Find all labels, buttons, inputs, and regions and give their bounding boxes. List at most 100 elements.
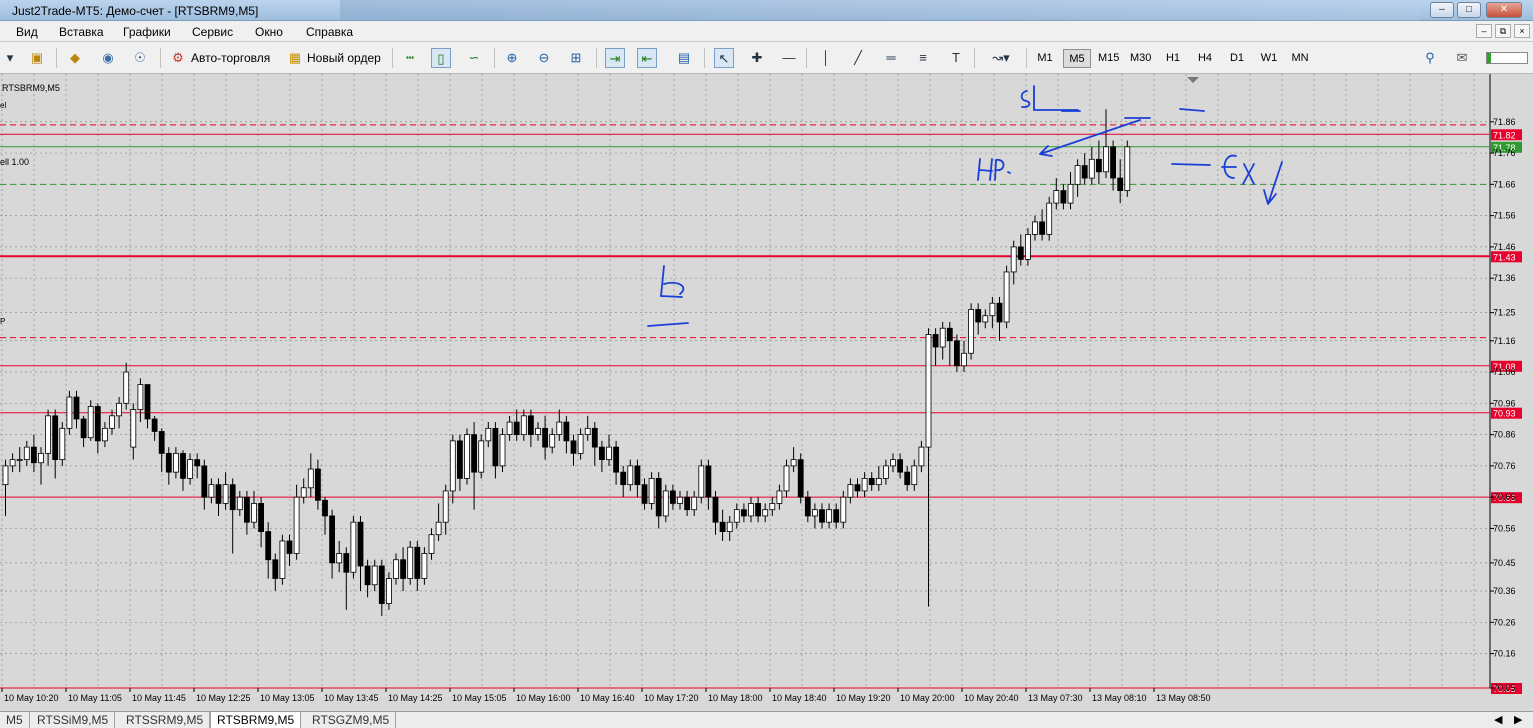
candle-body xyxy=(130,409,137,448)
candle-body xyxy=(883,465,889,479)
trendline-icon[interactable]: ╱ xyxy=(848,48,868,68)
new-order-button[interactable]: Новый ордер xyxy=(307,47,381,69)
close-button[interactable]: ✕ xyxy=(1486,2,1522,18)
title-bar: Just2Trade-MT5: Демо-счет - [RTSBRM9,M5]… xyxy=(0,0,1533,21)
zoom-in-icon[interactable]: ⊕ xyxy=(502,48,522,68)
x-tick-label: 10 May 18:00 xyxy=(708,693,763,703)
y-tick-label: 71.46 xyxy=(1493,242,1516,252)
navigator-icon[interactable]: ◉ xyxy=(98,48,118,68)
candle-body xyxy=(73,396,80,420)
mdi-close-button[interactable]: × xyxy=(1514,24,1530,38)
tab-rtsbrm9[interactable]: RTSBRM9,M5 xyxy=(210,712,302,728)
tab-rtssim9[interactable]: RTSSiM9,M5 xyxy=(31,712,116,728)
candle-body xyxy=(2,465,9,486)
cursor-icon[interactable]: ↖ xyxy=(714,48,734,68)
candle-body xyxy=(350,521,357,573)
autotrade-icon[interactable]: ⚙ xyxy=(168,48,188,68)
candlestick-chart-icon[interactable]: ▯ xyxy=(431,48,451,68)
candle-body xyxy=(691,496,698,511)
candle-body xyxy=(165,452,172,473)
candle-body xyxy=(982,315,989,323)
candle-body xyxy=(989,302,996,317)
candlestick-chart[interactable]: 71.8271.7871.4371.0870.9370.6670.05 71.8… xyxy=(0,74,1533,711)
tab-m5[interactable]: M5 xyxy=(0,712,30,728)
chart-shift-icon[interactable]: ⇤ xyxy=(637,48,657,68)
new-order-icon[interactable]: ▦ xyxy=(285,48,305,68)
tabs-scroll-right-icon[interactable]: ▶ xyxy=(1514,713,1522,726)
fibonacci-icon[interactable]: ≡ xyxy=(913,48,933,68)
candle-body xyxy=(265,531,272,561)
candle-body xyxy=(854,484,861,492)
text-icon[interactable]: T xyxy=(946,48,966,68)
candle-body xyxy=(783,465,790,492)
market-watch-icon[interactable]: ◆ xyxy=(65,48,85,68)
candle-body xyxy=(670,490,676,504)
new-chart-dropdown-icon[interactable]: ▾ xyxy=(0,48,20,68)
templates-icon[interactable]: ▤ xyxy=(674,48,694,68)
window-title: Just2Trade-MT5: Демо-счет - [RTSBRM9,M5] xyxy=(12,4,259,18)
chat-icon[interactable]: ✉ xyxy=(1452,48,1472,68)
candle-body xyxy=(30,446,37,464)
chart-area[interactable]: 71.82 71.78 71.43 71.08 70.93 70.66 70.05 71.8… xyxy=(0,74,1533,711)
tab-rtssrm9[interactable]: RTSSRM9,M5 xyxy=(120,712,211,728)
menu-view[interactable]: Вид xyxy=(16,25,38,39)
y-tick-label: 70.26 xyxy=(1493,617,1516,627)
zoom-out-icon[interactable]: ⊖ xyxy=(534,48,554,68)
maximize-button[interactable]: □ xyxy=(1457,2,1481,18)
mdi-restore-button[interactable]: ⧉ xyxy=(1495,24,1511,38)
timeframe-w1[interactable]: W1 xyxy=(1257,49,1281,68)
tab-rtsgzm9[interactable]: RTSGZM9,M5 xyxy=(306,712,397,728)
timeframe-m30[interactable]: M30 xyxy=(1127,49,1153,68)
candle-body xyxy=(797,459,804,498)
autotrade-button[interactable]: Авто-торговля xyxy=(191,47,270,69)
horizontal-line-icon[interactable]: — xyxy=(779,48,799,68)
timeframe-m1[interactable]: M1 xyxy=(1034,49,1056,68)
candle-body xyxy=(1010,246,1017,273)
timeframe-mn[interactable]: MN xyxy=(1287,49,1313,68)
timeframe-m15[interactable]: M15 xyxy=(1095,49,1121,68)
candle-body xyxy=(755,503,761,517)
candle-body xyxy=(94,406,101,442)
candle-body xyxy=(1081,165,1088,179)
line-chart-icon[interactable]: ∽ xyxy=(464,48,484,68)
candle-body xyxy=(251,503,257,523)
mdi-minimize-button[interactable]: – xyxy=(1476,24,1492,38)
search-icon[interactable]: ⚲ xyxy=(1420,48,1440,68)
candle-body xyxy=(790,459,797,467)
profiles-icon[interactable]: ▣ xyxy=(27,48,47,68)
bar-chart-icon[interactable]: ┅ xyxy=(400,48,420,68)
timeframe-d1[interactable]: D1 xyxy=(1225,49,1249,68)
timeframe-h1[interactable]: H1 xyxy=(1161,49,1185,68)
vertical-line-icon[interactable]: │ xyxy=(816,48,836,68)
menu-help[interactable]: Справка xyxy=(306,25,353,39)
candle-body xyxy=(385,578,392,604)
candle-body xyxy=(584,427,591,436)
menu-charts[interactable]: Графики xyxy=(123,25,171,39)
candle-body xyxy=(946,327,953,342)
signals-icon[interactable]: ☉ xyxy=(130,48,150,68)
timeframe-m5[interactable]: M5 xyxy=(1063,49,1091,68)
x-tick-label: 13 May 07:30 xyxy=(1028,693,1083,703)
connection-status-bar xyxy=(1486,52,1528,64)
tabs-scroll-left-icon[interactable]: ◀ xyxy=(1494,713,1502,726)
candle-body xyxy=(9,459,16,467)
candle-body xyxy=(741,509,747,517)
minimize-button[interactable]: – xyxy=(1430,2,1454,18)
equidistant-channel-icon[interactable]: ═ xyxy=(881,48,901,68)
crosshair-icon[interactable]: ✚ xyxy=(747,48,767,68)
candle-body xyxy=(1110,146,1116,179)
menu-tools[interactable]: Сервис xyxy=(192,25,233,39)
tile-windows-icon[interactable]: ⊞ xyxy=(566,48,586,68)
y-tick-label: 70.76 xyxy=(1493,461,1516,471)
candle-body xyxy=(804,496,811,517)
candle-body xyxy=(201,465,208,498)
autoscroll-icon[interactable]: ⇥ xyxy=(605,48,625,68)
candle-body xyxy=(371,565,378,586)
candle-body xyxy=(542,427,548,448)
candle-body xyxy=(684,496,690,511)
objects-dropdown-icon[interactable]: ↝▾ xyxy=(984,48,1018,68)
menu-insert[interactable]: Вставка xyxy=(59,25,104,39)
menu-window[interactable]: Окно xyxy=(255,25,283,39)
timeframe-h4[interactable]: H4 xyxy=(1193,49,1217,68)
sell-order-label: ell 1.00 xyxy=(0,157,29,167)
